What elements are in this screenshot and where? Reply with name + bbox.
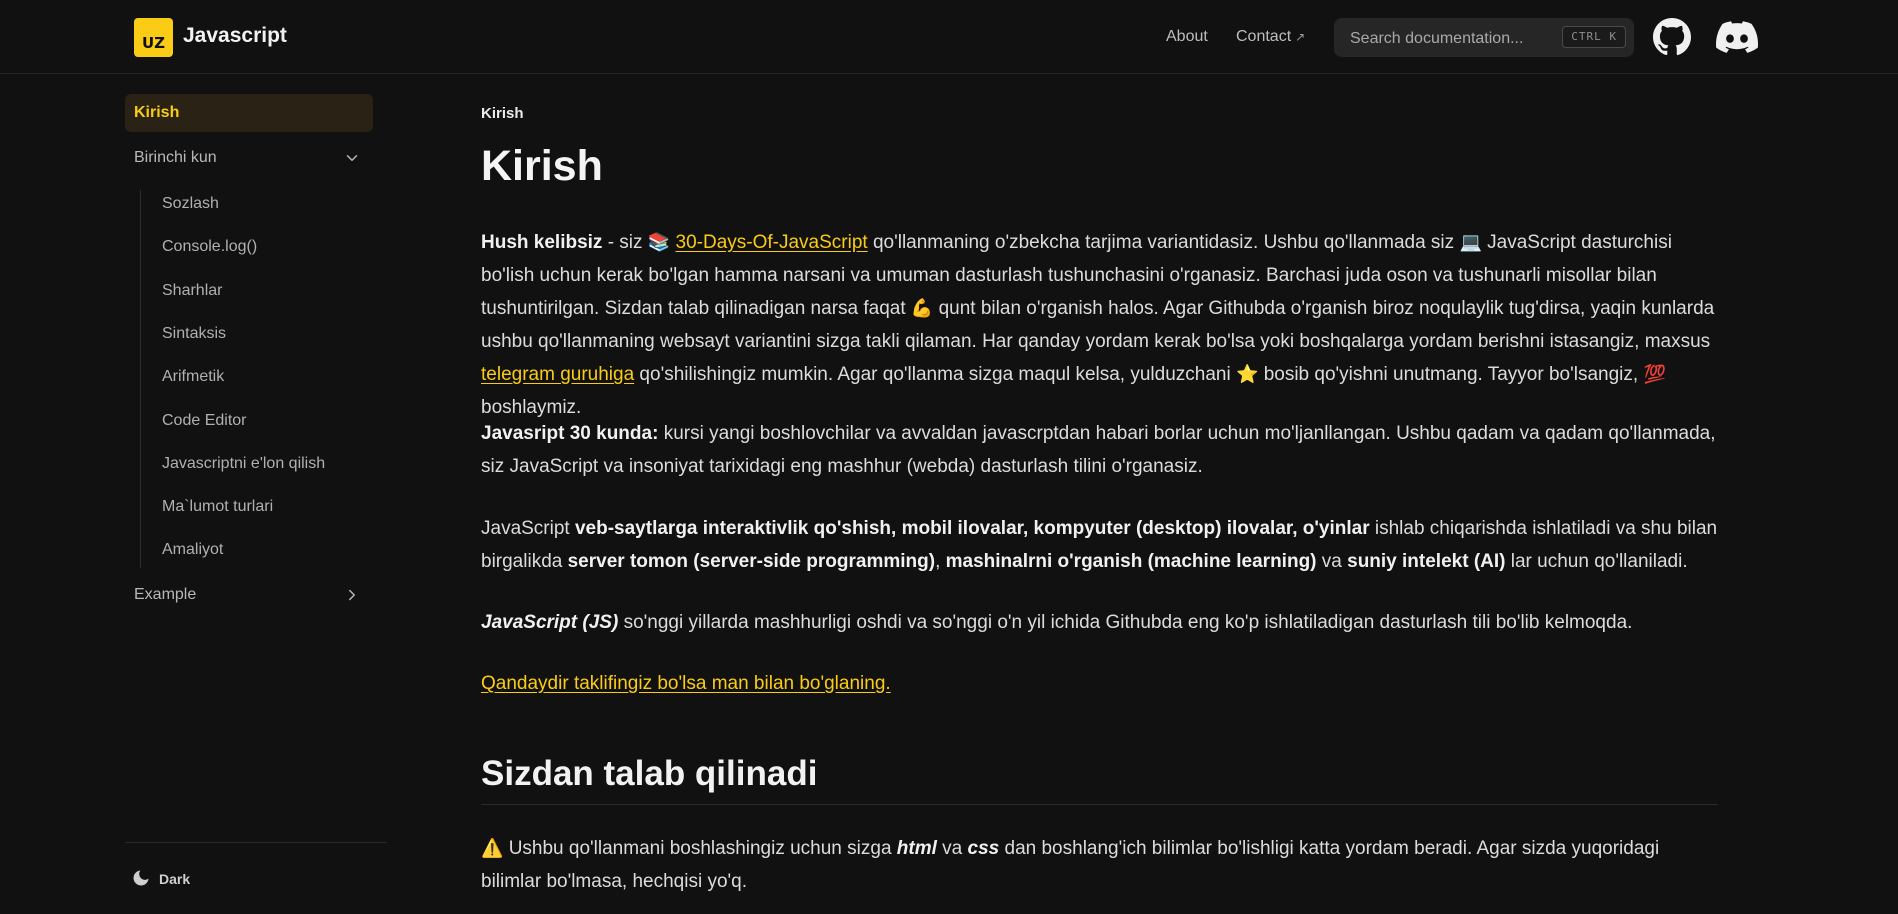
search-box[interactable]: CTRL K bbox=[1334, 18, 1634, 57]
text: JavaScript bbox=[481, 518, 575, 539]
contact-paragraph: Qandaydir taklifingiz bo'lsa man bilan b… bbox=[481, 667, 1718, 700]
nav-contact-label: Contact bbox=[1236, 28, 1292, 45]
star-icon: ⭐ bbox=[1236, 364, 1259, 385]
text: so'nggi yillarda mashhurligi oshdi va so… bbox=[618, 612, 1633, 633]
sidebar-subitem-arifmetik[interactable]: Arifmetik bbox=[162, 362, 224, 392]
warning-icon: ⚠️ bbox=[481, 838, 504, 859]
usage-paragraph: JavaScript veb-saytlarga interaktivlik q… bbox=[481, 512, 1718, 578]
html-bold-italic: html bbox=[896, 838, 937, 859]
telegram-group-link[interactable]: telegram guruhiga bbox=[481, 364, 634, 385]
repo-link[interactable]: 30-Days-Of-JavaScript bbox=[676, 232, 868, 253]
moon-icon bbox=[131, 868, 151, 891]
sidebar-subitem-sozlash[interactable]: Sozlash bbox=[162, 189, 219, 219]
text: lar uchun qo'llaniladi. bbox=[1505, 551, 1688, 572]
page-title: Kirish bbox=[481, 142, 603, 190]
search-shortcut-hint: CTRL K bbox=[1562, 26, 1626, 48]
sidebar-item-kirish[interactable]: Kirish bbox=[125, 94, 373, 132]
theme-toggle-label: Dark bbox=[159, 871, 191, 887]
chevron-down-icon bbox=[343, 139, 361, 177]
text: Ushbu qo'llanmani boshlashingiz uchun si… bbox=[503, 838, 897, 859]
sidebar-subitem-malumot-turlari[interactable]: Ma`lumot turlari bbox=[162, 492, 273, 522]
sidebar: Kirish Birinchi kun Sozlash Console.log(… bbox=[125, 74, 387, 914]
text: kursi yangi boshlovchilar va avvaldan ja… bbox=[481, 423, 1716, 477]
bold-text: mashinalrni o'rganish (machine learning) bbox=[945, 551, 1317, 572]
external-link-icon: ↗ bbox=[1295, 30, 1306, 44]
intro-bold: Hush kelibsiz bbox=[481, 232, 603, 253]
sidebar-subitem-sharhlar[interactable]: Sharhlar bbox=[162, 276, 222, 306]
hundred-points-icon: 💯 bbox=[1643, 364, 1666, 385]
laptop-icon: 💻 bbox=[1459, 232, 1482, 253]
theme-toggle-button[interactable]: Dark bbox=[131, 864, 190, 894]
sidebar-subitem-amaliyot[interactable]: Amaliyot bbox=[162, 535, 223, 565]
popularity-paragraph: JavaScript (JS) so'nggi yillarda mashhur… bbox=[481, 606, 1718, 639]
bold-text: suniy intelekt (AI) bbox=[1347, 551, 1506, 572]
course-bold: Javasript 30 kunda: bbox=[481, 423, 659, 444]
text: qo'llanmaning o'zbekcha tarjima varianti… bbox=[867, 232, 1460, 253]
breadcrumb: Kirish bbox=[481, 105, 524, 122]
text: , bbox=[935, 551, 946, 572]
text: va bbox=[936, 838, 968, 859]
sidebar-item-label: Example bbox=[134, 586, 197, 603]
search-input[interactable] bbox=[1348, 27, 1552, 51]
text: - siz bbox=[602, 232, 648, 253]
sidebar-item-birinchi-kun[interactable]: Birinchi kun bbox=[125, 139, 373, 177]
contact-suggestion-link[interactable]: Qandaydir taklifingiz bo'lsa man bilan b… bbox=[481, 673, 891, 694]
js-bold-italic: JavaScript (JS) bbox=[481, 612, 619, 633]
top-navbar: UZ Javascript About Contact↗ CTRL K bbox=[0, 0, 1898, 74]
brand-title[interactable]: Javascript bbox=[183, 24, 287, 48]
section-heading-requirements: Sizdan talab qilinadi bbox=[481, 754, 1718, 805]
text: qo'shilishingiz mumkin. Agar qo'llanma s… bbox=[634, 364, 1236, 385]
chevron-right-icon bbox=[343, 576, 361, 614]
text: boshlaymiz. bbox=[481, 397, 582, 418]
text: bosib qo'yishni unutmang. Tayyor bo'lsan… bbox=[1258, 364, 1644, 385]
github-icon[interactable] bbox=[1651, 16, 1693, 58]
sidebar-subitem-code-editor[interactable]: Code Editor bbox=[162, 406, 247, 436]
sidebar-subitem-elon-qilish[interactable]: Javascriptni e'lon qilish bbox=[162, 449, 325, 479]
nav-contact-link[interactable]: Contact ↗ bbox=[1236, 28, 1305, 46]
bold-text: server tomon (server-side programming) bbox=[567, 551, 936, 572]
sidebar-subitem-sintaksis[interactable]: Sintaksis bbox=[162, 319, 226, 349]
text: va bbox=[1316, 551, 1348, 572]
bold-text: veb-saytlarga interaktivlik qo'shish, mo… bbox=[574, 518, 1370, 539]
nav-about-link[interactable]: About bbox=[1166, 28, 1208, 46]
sidebar-item-example[interactable]: Example bbox=[125, 576, 373, 614]
flexed-biceps-icon: 💪 bbox=[910, 298, 934, 319]
logo-badge[interactable]: UZ bbox=[134, 18, 173, 57]
intro-paragraph: Hush kelibsiz - siz 📚 30-Days-Of-JavaScr… bbox=[481, 226, 1718, 424]
sidebar-divider bbox=[125, 842, 387, 843]
css-bold-italic: css bbox=[967, 838, 1000, 859]
discord-icon[interactable] bbox=[1716, 16, 1758, 58]
submenu-rail bbox=[140, 190, 141, 568]
sidebar-item-label: Birinchi kun bbox=[134, 149, 217, 166]
requirements-paragraph: ⚠️ Ushbu qo'llanmani boshlashingiz uchun… bbox=[481, 832, 1718, 898]
books-icon: 📚 bbox=[647, 232, 671, 253]
sidebar-subitem-console-log[interactable]: Console.log() bbox=[162, 232, 257, 262]
course-paragraph: Javasript 30 kunda: kursi yangi boshlovc… bbox=[481, 417, 1718, 483]
